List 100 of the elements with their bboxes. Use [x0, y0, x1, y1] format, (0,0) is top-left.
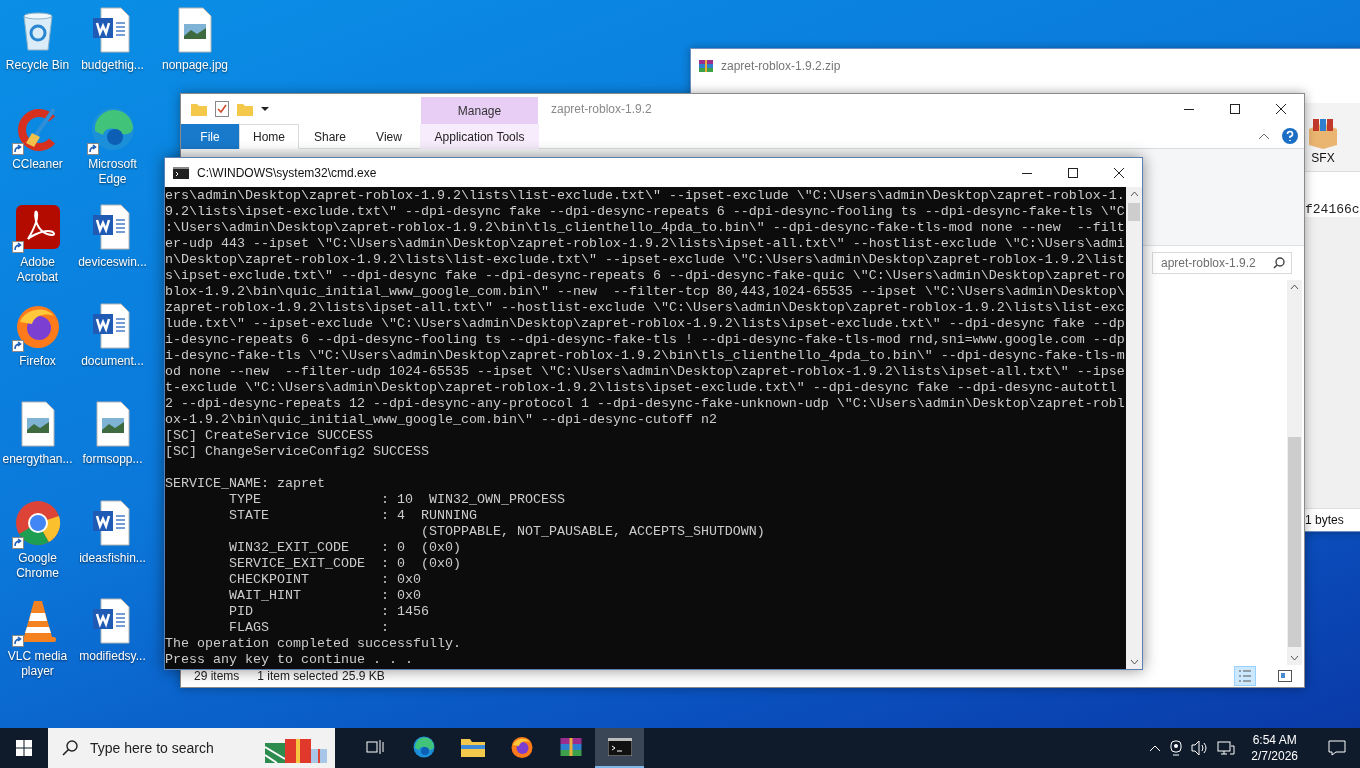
terminal-icon [173, 166, 189, 179]
desktop-icon-label[interactable]: modifiedsy... [79, 649, 146, 664]
desktop-icon-label[interactable]: formsopp... [82, 452, 143, 467]
console-line: The operation completed successfully. [165, 636, 462, 652]
desktop-icon-label[interactable]: nonpage.jpg [161, 58, 229, 73]
console-line: Press any key to continue . . . [165, 652, 414, 668]
desktop-icon-label[interactable]: VLC media player [0, 649, 75, 679]
item-count: 29 items [194, 669, 240, 683]
desktop-icon-label[interactable]: document... [81, 353, 144, 369]
console-line: ox-1.9.2\bin\quic_initial_www_google_com.bin\" --dpi-desync-cutoff n2 [165, 412, 718, 428]
console-line: (STOPPABLE, NOT_PAUSABLE, ACCEPTS_SHUTDOWN) [419, 524, 766, 540]
scroll-down-icon[interactable] [1290, 655, 1299, 661]
maximize-icon[interactable] [1230, 104, 1240, 114]
console-line: CHECKPOINT : 0x0 [228, 572, 422, 588]
desktop-icon-label[interactable]: Recycle Bin [5, 58, 70, 73]
desktop-icon-label[interactable]: budgethig... [81, 58, 144, 73]
volume-icon[interactable] [1191, 740, 1210, 756]
help-icon[interactable] [1282, 128, 1298, 144]
edge-taskbar-icon[interactable] [411, 735, 436, 759]
desktop-icon-label[interactable]: energythan... [2, 452, 73, 467]
console-line: i-desync-repeats 6 --dpi-desync-fooling ts --dpi-desync-fake-tls ! --dpi-desync-fake-tls-mod rnd,sni=www.google.com --dp [165, 332, 1126, 348]
scroll-thumb[interactable] [1288, 437, 1301, 647]
maximize-icon[interactable] [1068, 167, 1078, 178]
sfx-tool-button[interactable]: SFX [1305, 119, 1341, 165]
console-line: er-udp 443 --ipset \"C:\Users\admin\Desktop\zapret-roblox-1.9.2\lists\ipset-all.txt\" --hostlist-exclude \"C:\Users\admi [165, 236, 1126, 252]
search-icon [62, 740, 78, 756]
folder-taskbar-icon[interactable] [460, 737, 485, 757]
window-title: zapret-roblox-1.9.2.zip [721, 59, 841, 73]
desktop-icon-label[interactable]: Adobe Acrobat [0, 255, 75, 285]
ribbon-tab[interactable]: View [361, 124, 417, 149]
console-line: TYPE : 10 WIN32_OWN_PROCESS [228, 492, 566, 508]
firefox-taskbar-icon[interactable] [509, 735, 534, 759]
taskbar-search-field[interactable]: Type here to search [48, 728, 335, 768]
time-text: 6:54 AM [1252, 732, 1297, 748]
chrome-icon [13, 498, 62, 547]
taskbar-button[interactable] [595, 728, 644, 768]
tray-caret-icon[interactable] [1149, 744, 1162, 752]
console-line: i-desync-fake-tls \"C:\Users\admin\Desktop\zapret-roblox-1.9.2\bin\tls_clienthello_4pda_to.bin\" --dpi-desync-fake-tls-m [165, 348, 1126, 364]
close-icon[interactable] [1276, 104, 1286, 114]
selection-size: 25.9 KB [342, 669, 385, 683]
desktop-icon-label[interactable]: deviceswin... [78, 255, 147, 270]
console-line: t-exclude \"C:\Users\admin\Desktop\zapret-roblox-1.9.2\lists\ipset-exclude.txt\" --dpi-desync fake --dpi-desync-autottl [165, 380, 1118, 396]
scroll-up-icon[interactable] [1290, 284, 1299, 290]
console-line: [SC] CreateService SUCCESS [165, 428, 374, 444]
desktop-icon-label[interactable]: Microsoft Edge [75, 156, 150, 187]
search-field[interactable]: apret-roblox-1.9.2 [1152, 252, 1292, 274]
terminal-taskbar-icon[interactable] [607, 738, 632, 756]
console-line: WIN32_EXIT_CODE : 0 (0x0) [228, 540, 462, 556]
scrollbar[interactable] [1126, 187, 1142, 669]
window-title: C:\WINDOWS\system32\cmd.exe [197, 165, 377, 180]
search-icon [1273, 257, 1285, 269]
console-line: 2 --dpi-desync-repeats 12 --dpi-desync-any-protocol 1 --dpi-desync-fake-unknown-udp \"C:\Users\admin\Desktop\zapret-robl [165, 396, 1126, 412]
scroll-down-icon[interactable] [1129, 659, 1139, 665]
clock[interactable]: 6:54 AM 2/7/2026 [1243, 732, 1306, 764]
acrobat-icon [13, 203, 62, 251]
scrollbar[interactable] [1287, 280, 1302, 665]
console-line: SERVICE_NAME: zapret [165, 475, 326, 492]
network-icon[interactable] [1217, 740, 1236, 756]
task-view-icon[interactable] [365, 739, 384, 755]
console-line: od none --new --filter-udp 1024-65535 --ipset \"C:\Users\admin\Desktop\zapret-roblox-1.9.2\lists\ipset-all.txt\" --ipse [165, 364, 1126, 380]
dropdown-caret-icon[interactable] [261, 105, 269, 113]
windows-start-icon[interactable] [16, 740, 32, 756]
console-line: PID : 1456 [228, 604, 430, 620]
console-line: FLAGS : [228, 620, 390, 636]
window-title: zapret-roblox-1.9.2 [550, 101, 653, 118]
camera-icon[interactable] [1169, 740, 1184, 756]
ribbon-tab[interactable]: Share [299, 124, 361, 149]
file-menu-button[interactable]: File [181, 124, 239, 149]
tiles-icon [1278, 670, 1292, 682]
console-line: SERVICE_EXIT_CODE : 0 (0x0) [228, 556, 462, 572]
scroll-thumb[interactable] [1128, 203, 1140, 221]
scroll-up-icon[interactable] [1129, 191, 1139, 197]
winrar-icon [698, 58, 714, 74]
console-line: :\Users\admin\Desktop\zapret-roblox-1.9.2\bin\tls_clienthello_4pda_to.bin\" --dpi-desync-fake-tls-mod none --new --filt [165, 220, 1126, 236]
winrar-taskbar-icon[interactable] [558, 735, 583, 759]
archive-comment: f24166c [1305, 202, 1360, 217]
console-line: [SC] ChangeServiceConfig2 SUCCESS [165, 444, 430, 460]
desktop-icon-label[interactable]: CCleaner [12, 156, 63, 172]
console-line: STATE : 4 RUNNING [228, 508, 478, 524]
console-line: s\ipset-exclude.txt\" --dpi-desync fake --dpi-desync-repeats 6 --dpi-desync-fake-quic \"C:\Users\admin\Desktop\zapret-ro [165, 268, 1126, 284]
desktop-icon-label[interactable]: ideasfishin... [79, 550, 146, 566]
console-line: zapret-roblox-1.9.2\lists\ipset-all.txt\" --hostlist-exclude \"C:\Users\admin\Desktop\zapret-roblox-1.9.2\lists\list-exc [165, 300, 1126, 316]
desktop-icon-label[interactable]: Firefox [19, 353, 56, 369]
console-line: ers\admin\Desktop\zapret-roblox-1.9.2\lists\list-exclude.txt\" --ipset-exclude \"C:\Users\admin\Desktop\zapret-roblox-1. [165, 188, 1126, 204]
close-icon[interactable] [1114, 167, 1124, 178]
collapse-ribbon-icon[interactable] [1258, 132, 1270, 140]
selection-info: 1 item selected [257, 669, 339, 683]
ribbon-tab[interactable]: Home [239, 124, 299, 149]
ribbon-tab[interactable]: Application Tools [420, 124, 539, 149]
properties-icon[interactable] [215, 101, 229, 117]
notification-icon[interactable] [1328, 740, 1346, 756]
details-list-icon [1238, 669, 1252, 683]
console-line: lude.txt\" --ipset-exclude \"C:\Users\admin\Desktop\zapret-roblox-1.9.2\lists\ipset-exclude.txt\" --dpi-desync fake --dp [165, 316, 1126, 332]
console-line: blox-1.9.2\bin\quic_initial_www_google_com.bin\" --new --filter-tcp 80,443,1024-65535 --ipset \"C:\Users\admin\Desktop\ [165, 284, 1126, 300]
console-line: n\Desktop\zapret-roblox-1.9.2\lists\list-exclude.txt\" --ipset-exclude \"C:\Users\admin\Desktop\zapret-roblox-1.9.2\list [165, 252, 1126, 268]
context-tab-header: Manage [421, 97, 538, 124]
desktop-icon-label[interactable]: Google Chrome [0, 550, 75, 581]
console-line: WAIT_HINT : 0x0 [228, 588, 422, 604]
console-line: 9.2\lists\ipset-exclude.txt\" --dpi-desync fake --dpi-desync-repeats 6 --dpi-desync-fooling ts --dpi-desync-fake-tls \"C [165, 204, 1126, 220]
status-text: 1 bytes [1305, 513, 1345, 527]
